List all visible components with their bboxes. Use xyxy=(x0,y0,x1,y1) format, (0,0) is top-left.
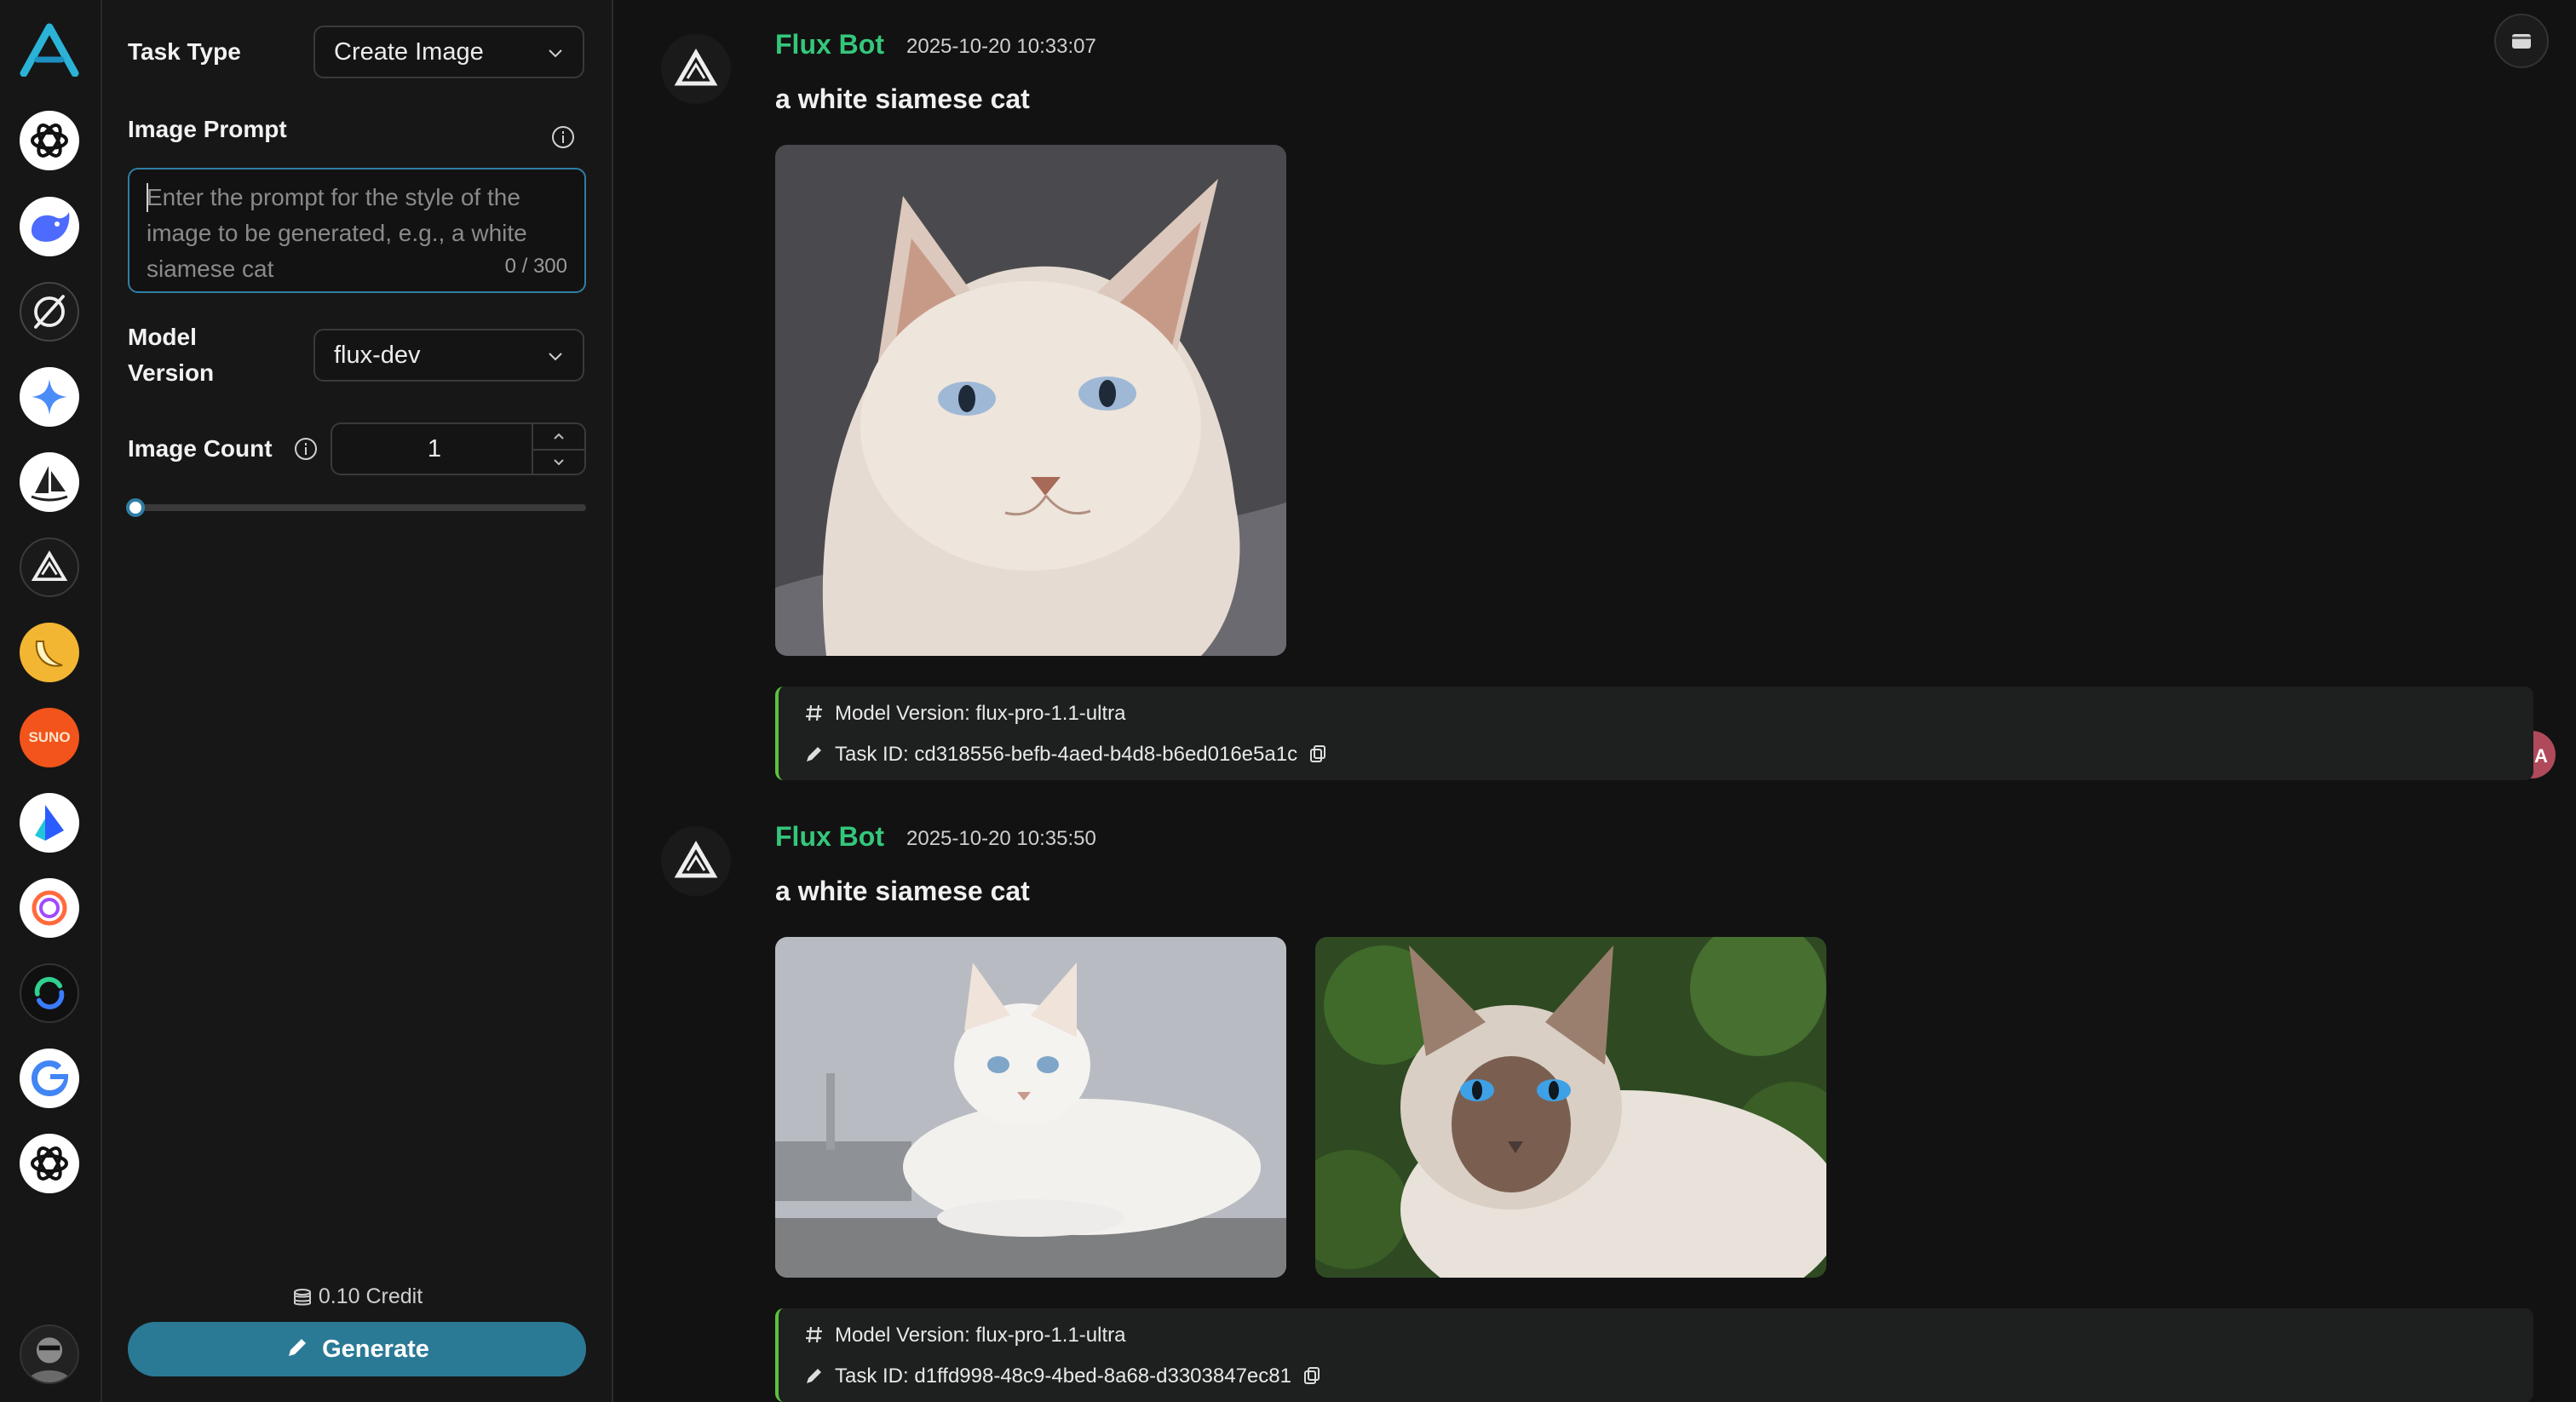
generated-image[interactable] xyxy=(775,145,1286,656)
task-type-value: Create Image xyxy=(334,38,484,66)
chevron-up-icon xyxy=(554,433,564,440)
task-id-text: Task ID: cd318556-befb-4aed-b4d8-b6ed016… xyxy=(835,743,1298,766)
coins-icon xyxy=(293,1289,311,1306)
info-icon[interactable] xyxy=(550,124,576,150)
midjourney-icon[interactable] xyxy=(20,452,79,512)
pencil-icon xyxy=(807,746,821,761)
model-version-label: Model Version xyxy=(128,324,215,386)
task-id-row: Task ID: d1ffd998-48c9-4bed-8a68-d330384… xyxy=(804,1361,1332,1392)
chatgpt-icon[interactable] xyxy=(20,111,79,170)
config-panel: Task Type Create Image Image Prompt Ente… xyxy=(102,0,613,1402)
model-version-row: Model Version: flux-pro-1.1-ultra xyxy=(804,698,1125,729)
image-prompt-label: Image Prompt xyxy=(128,116,287,142)
text-caret xyxy=(147,183,148,212)
bot-name: Flux Bot xyxy=(775,29,884,60)
model-version-text: Model Version: flux-pro-1.1-ultra xyxy=(835,1324,1126,1347)
banana-icon[interactable] xyxy=(20,623,79,682)
pencil-icon xyxy=(807,1368,821,1383)
google-icon[interactable] xyxy=(20,1049,79,1108)
message-timestamp: 2025-10-20 10:33:07 xyxy=(906,35,1096,58)
prompt-placeholder: Enter the prompt for the style of the im… xyxy=(147,184,527,282)
prompt-char-counter: 0 / 300 xyxy=(504,255,567,278)
suno-icon[interactable]: SUNO xyxy=(20,708,79,767)
luma-icon[interactable] xyxy=(20,963,79,1023)
task-id-text: Task ID: d1ffd998-48c9-4bed-8a68-d330384… xyxy=(835,1365,1291,1388)
task-meta-card: Model Version: flux-pro-1.1-ultra Task I… xyxy=(775,1308,2533,1402)
bot-name: Flux Bot xyxy=(775,821,884,852)
chat-area: 中A Flux Bot 2025-10-20 10:33:07 a white … xyxy=(613,0,2576,1402)
model-version-text: Model Version: flux-pro-1.1-ultra xyxy=(835,702,1126,725)
suno-label: SUNO xyxy=(28,729,71,745)
bot-avatar xyxy=(661,34,731,104)
copy-icon[interactable] xyxy=(1302,1365,1322,1386)
generate-label: Generate xyxy=(322,1336,429,1363)
model-version-row: Model Version: flux-pro-1.1-ultra xyxy=(804,1320,1125,1351)
flux-logo-icon xyxy=(674,49,718,86)
generate-button[interactable]: Generate xyxy=(128,1322,586,1376)
app-logo[interactable] xyxy=(19,22,80,78)
ideogram-icon[interactable] xyxy=(20,282,79,342)
credit-value: 0.10 Credit xyxy=(318,1284,423,1308)
flux-icon[interactable] xyxy=(20,537,79,597)
wallet-icon xyxy=(2512,34,2531,49)
image-prompt-input[interactable]: Enter the prompt for the style of the im… xyxy=(128,168,586,293)
slider-handle[interactable] xyxy=(126,498,145,517)
image-count-label: Image Count xyxy=(128,435,273,462)
info-icon[interactable] xyxy=(293,436,319,462)
chevron-down-icon xyxy=(554,458,564,465)
pika-icon[interactable] xyxy=(20,878,79,938)
task-meta-card: Model Version: flux-pro-1.1-ultra Task I… xyxy=(775,687,2533,780)
copy-icon[interactable] xyxy=(1308,744,1328,764)
task-id-row: Task ID: cd318556-befb-4aed-b4d8-b6ed016… xyxy=(804,739,1338,770)
image-count-value[interactable]: 1 xyxy=(332,424,537,474)
image-count-stepper[interactable]: 1 xyxy=(331,422,586,475)
flux-logo-icon xyxy=(674,841,718,878)
message-timestamp: 2025-10-20 10:35:50 xyxy=(906,827,1096,850)
wallet-button[interactable] xyxy=(2494,14,2549,68)
image-count-slider[interactable] xyxy=(126,498,586,517)
generated-image[interactable] xyxy=(1315,937,1826,1278)
task-type-select[interactable]: Create Image xyxy=(313,26,584,78)
kling-icon[interactable] xyxy=(20,793,79,853)
app-rail: SUNO xyxy=(0,0,102,1402)
bot-avatar xyxy=(661,826,731,896)
decrement-button[interactable] xyxy=(533,449,584,474)
stepper-buttons xyxy=(532,424,584,474)
openai-icon[interactable] xyxy=(20,1134,79,1193)
message-prompt: a white siamese cat xyxy=(775,83,1030,114)
deepseek-icon[interactable] xyxy=(20,197,79,256)
hash-icon xyxy=(806,1326,822,1342)
gemini-icon[interactable] xyxy=(20,367,79,427)
task-type-label: Task Type xyxy=(128,38,241,65)
increment-button[interactable] xyxy=(533,424,584,451)
model-version-value: flux-dev xyxy=(334,342,421,369)
credit-info: 0.10 Credit xyxy=(102,1281,612,1312)
hash-icon xyxy=(806,704,822,721)
generated-image[interactable] xyxy=(775,937,1286,1278)
chevron-down-icon xyxy=(549,49,562,58)
pencil-icon xyxy=(289,1339,307,1357)
message-prompt: a white siamese cat xyxy=(775,876,1030,906)
chevron-down-icon xyxy=(549,353,562,361)
user-avatar[interactable] xyxy=(20,1324,79,1384)
model-version-select[interactable]: flux-dev xyxy=(313,329,584,382)
